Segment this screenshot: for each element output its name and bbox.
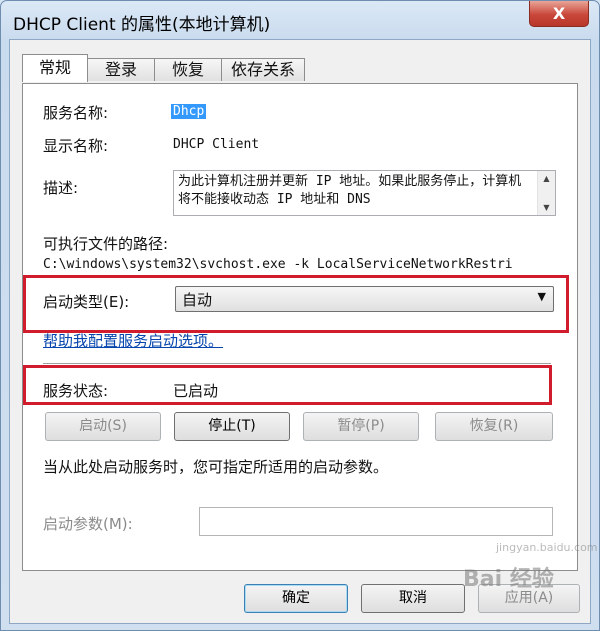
cancel-button-label: 取消 [399, 590, 427, 606]
tab-recovery[interactable]: 恢复 [154, 58, 222, 81]
service-name-label: 服务名称: [43, 104, 109, 122]
description-text: 为此计算机注册并更新 IP 地址。如果此服务停止，计算机将不能接收动态 IP 地… [178, 174, 522, 207]
service-name-text: Dhcp [171, 104, 207, 119]
watermark-url: jingyan.baidu.com [496, 541, 598, 554]
tab-dependencies[interactable]: 依存关系 [221, 58, 305, 81]
start-params-label: 启动参数(M): [43, 515, 133, 533]
start-button-label: 启动(S) [79, 418, 127, 434]
tab-general-label: 常规 [38, 58, 71, 77]
service-name-value[interactable]: Dhcp [171, 104, 207, 119]
help-configure-link[interactable]: 帮助我配置服务启动选项。 [43, 330, 223, 351]
ok-button-label: 确定 [282, 590, 310, 606]
description-textbox[interactable]: 为此计算机注册并更新 IP 地址。如果此服务停止，计算机将不能接收动态 IP 地… [173, 170, 556, 216]
close-icon: X [552, 4, 566, 23]
executable-path-label: 可执行文件的路径: [43, 235, 169, 253]
start-button[interactable]: 启动(S) [45, 412, 161, 441]
resume-button[interactable]: 恢复(R) [435, 412, 553, 441]
scroll-down-icon[interactable]: ▼ [538, 203, 555, 212]
tab-dependencies-label: 依存关系 [230, 60, 295, 79]
window-title: DHCP Client 的属性(本地计算机) [13, 15, 271, 35]
pause-button-label: 暂停(P) [337, 418, 385, 434]
executable-path-value[interactable]: C:\windows\system32\svchost.exe -k Local… [43, 257, 555, 272]
tab-logon[interactable]: 登录 [87, 58, 155, 81]
properties-dialog: DHCP Client 的属性(本地计算机) X 常规 登录 恢复 依存关系 服… [0, 0, 600, 631]
tab-recovery-label: 恢复 [171, 60, 204, 79]
display-name-label: 显示名称: [43, 137, 109, 155]
service-status-highlight [23, 365, 552, 405]
close-button[interactable]: X [529, 1, 589, 27]
scroll-up-icon[interactable]: ▲ [538, 174, 555, 183]
display-name-value[interactable]: DHCP Client [173, 137, 259, 152]
start-params-hint: 当从此处启动服务时，您可指定所适用的启动参数。 [43, 458, 389, 476]
stop-button-label: 停止(T) [208, 418, 256, 434]
resume-button-label: 恢复(R) [469, 418, 519, 434]
cancel-button[interactable]: 取消 [361, 584, 465, 613]
baidu-watermark: Bai 经验 [463, 567, 554, 592]
description-label: 描述: [43, 179, 79, 197]
pause-button[interactable]: 暂停(P) [303, 412, 419, 441]
stop-button[interactable]: 停止(T) [174, 412, 290, 441]
tab-general[interactable]: 常规 [22, 54, 88, 82]
title-bar: DHCP Client 的属性(本地计算机) X [1, 1, 599, 39]
startup-type-highlight [23, 275, 569, 333]
start-params-input[interactable] [199, 507, 553, 536]
ok-button[interactable]: 确定 [244, 584, 348, 613]
description-scrollbar[interactable]: ▲ ▼ [537, 171, 555, 215]
tab-logon-label: 登录 [104, 60, 137, 79]
